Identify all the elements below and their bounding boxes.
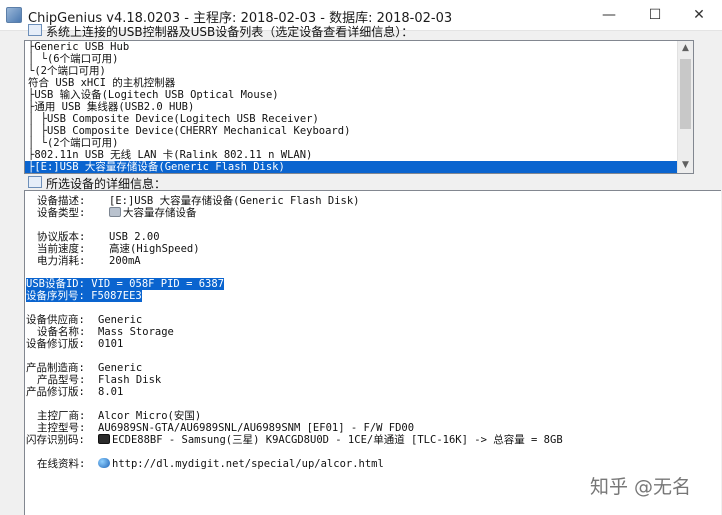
vendor-row: 设备供应商: Generic: [26, 314, 142, 326]
controller-model-value: AU6989SN-GTA/AU6989SNL/AU6989SNM [EF01] …: [98, 422, 415, 434]
device-tree-scrollbar[interactable]: ▲ ▼: [677, 41, 693, 173]
device-description-value: [E:]USB 大容量存储设备(Generic Flash Disk): [109, 195, 360, 207]
tree-item[interactable]: │ └(2个端口可用): [25, 137, 677, 149]
product-revision-key: 产品修订版:: [26, 386, 85, 398]
flash-id-value: ECDE88BF - Samsung(三星) K9ACGD8U0D - 1CE/…: [112, 434, 563, 446]
tree-item[interactable]: 符合 USB xHCI 的主机控制器: [25, 77, 677, 89]
online-info-key: 在线资料:: [37, 458, 86, 470]
controller-vendor-key: 主控厂商:: [37, 410, 86, 422]
tree-item[interactable]: │ └(6个端口可用): [25, 53, 677, 65]
device-tree[interactable]: ├Generic USB Hub │ └(6个端口可用) └(2个端口可用) 符合 U…: [25, 41, 677, 173]
globe-icon: [98, 458, 110, 468]
speed-key: 当前速度:: [37, 243, 86, 255]
online-info-link[interactable]: http://dl.mydigit.net/special/up/alcor.h…: [112, 458, 384, 470]
tree-item[interactable]: ├802.11n USB 无线 LAN 卡(Ralink 802.11 n WL…: [25, 149, 677, 161]
watermark: 知乎 @无名: [590, 476, 692, 498]
product-model-row: 产品型号: Flash Disk: [37, 374, 161, 386]
protocol-row: 协议版本: USB 2.00: [37, 231, 160, 243]
device-type-key: 设备类型:: [37, 207, 86, 219]
chip-icon: [98, 434, 110, 444]
disk-icon: [109, 207, 121, 217]
device-description-row: 设备描述: [E:]USB 大容量存储设备(Generic Flash Disk): [37, 195, 360, 207]
device-type-row: 设备类型: 大容量存储设备: [37, 207, 197, 219]
power-row: 电力消耗: 200mA: [37, 255, 141, 267]
power-key: 电力消耗:: [37, 255, 86, 267]
device-name-value: Mass Storage: [98, 326, 174, 338]
minimize-button[interactable]: —: [586, 0, 632, 30]
tree-item[interactable]: ├Generic USB Hub: [25, 41, 677, 53]
vendor-key: 设备供应商:: [26, 314, 85, 326]
power-value: 200mA: [109, 255, 141, 267]
details-icon: [28, 176, 42, 188]
device-revision-row: 设备修订版: 0101: [26, 338, 123, 350]
scroll-thumb[interactable]: [680, 59, 691, 129]
speed-value: 高速(HighSpeed): [109, 243, 200, 255]
device-list-label: 系统上连接的USB控制器及USB设备列表（选定设备查看详细信息）：: [46, 25, 414, 39]
product-model-value: Flash Disk: [98, 374, 162, 386]
controller-model-row: 主控型号: AU6989SN-GTA/AU6989SNL/AU6989SNM [E…: [37, 422, 414, 434]
tree-item[interactable]: └(2个端口可用): [25, 65, 677, 77]
vendor-value: Generic: [98, 314, 143, 326]
controller-vendor-row: 主控厂商: Alcor Micro(安国): [37, 410, 201, 422]
speed-row: 当前速度: 高速(HighSpeed): [37, 243, 200, 255]
tree-item[interactable]: │ ├USB Composite Device(CHERRY Mechanica…: [25, 125, 677, 137]
tree-item[interactable]: ├通用 USB 集线器(USB2.0 HUB): [25, 101, 677, 113]
device-revision-value: 0101: [98, 338, 124, 350]
serial-row[interactable]: 设备序列号: F5087EE3: [26, 290, 142, 302]
product-revision-value: 8.01: [98, 386, 124, 398]
device-description-key: 设备描述:: [37, 195, 86, 207]
usb-id-row[interactable]: USB设备ID: VID = 058F PID = 6387: [26, 278, 225, 290]
device-name-row: 设备名称: Mass Storage: [37, 326, 174, 338]
manufacturer-key: 产品制造商:: [26, 362, 85, 374]
device-type-value: 大容量存储设备: [123, 207, 197, 219]
protocol-value: USB 2.00: [109, 231, 160, 243]
device-tree-panel[interactable]: ├Generic USB Hub │ └(6个端口可用) └(2个端口可用) 符合 U…: [24, 40, 694, 174]
tree-item[interactable]: │ ├USB Composite Device(Logitech USB Rec…: [25, 113, 677, 125]
flash-id-row: 闪存识别码: ECDE88BF - Samsung(三星) K9ACGD8U0D …: [26, 434, 563, 446]
tree-item[interactable]: ├USB 输入设备(Logitech USB Optical Mouse): [25, 89, 677, 101]
flash-id-key: 闪存识别码:: [26, 434, 85, 446]
protocol-key: 协议版本:: [37, 231, 86, 243]
scroll-down-icon[interactable]: ▼: [678, 158, 693, 173]
product-revision-row: 产品修订版: 8.01: [26, 386, 123, 398]
device-name-key: 设备名称:: [37, 326, 86, 338]
app-icon: [6, 7, 22, 23]
online-info-row: 在线资料: http://dl.mydigit.net/special/up/al…: [37, 458, 384, 470]
device-revision-key: 设备修订版:: [26, 338, 85, 350]
maximize-button[interactable]: ☐: [632, 0, 678, 30]
controller-model-key: 主控型号:: [37, 422, 86, 434]
close-button[interactable]: ✕: [676, 0, 722, 30]
product-model-key: 产品型号:: [37, 374, 86, 386]
manufacturer-value: Generic: [98, 362, 143, 374]
device-list-icon: [28, 24, 42, 36]
details-panel[interactable]: 设备描述: [E:]USB 大容量存储设备(Generic Flash Disk)…: [24, 190, 721, 515]
controller-vendor-value: Alcor Micro(安国): [98, 410, 202, 422]
tree-item[interactable]: ├[E:]USB 大容量存储设备(Generic Flash Disk): [25, 161, 677, 173]
manufacturer-row: 产品制造商: Generic: [26, 362, 142, 374]
scroll-up-icon[interactable]: ▲: [678, 41, 693, 56]
